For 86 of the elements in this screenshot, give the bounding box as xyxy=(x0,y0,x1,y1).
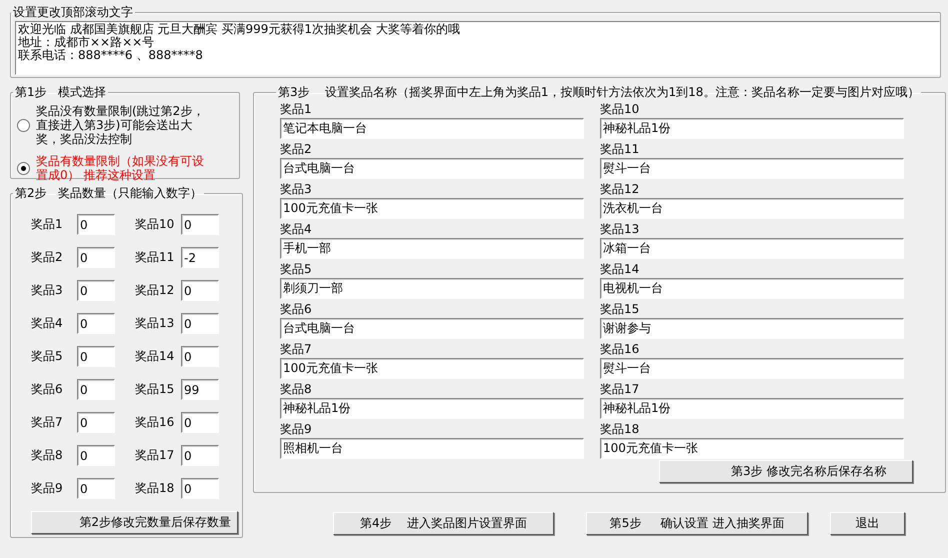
group-title: 第3步 设置奖品名称（摇奖界面中左上角为奖品1，按顺时针方法依次为1到18。注意：奖品名称一定要与图片对应哦） xyxy=(277,84,920,101)
prize-name-field[interactable]: 剃须刀一部 xyxy=(280,278,584,299)
action-button[interactable]: 退出 xyxy=(830,512,905,535)
prize-name-field[interactable]: 电视机一台 xyxy=(600,278,904,299)
prize-label: 奖品18 xyxy=(600,421,640,438)
quantity-field[interactable]: 0 xyxy=(77,346,115,367)
prize-name-field[interactable]: 100元充值卡一张 xyxy=(280,358,584,379)
prize-label: 奖品8 xyxy=(280,381,313,398)
prize-label: 奖品7 xyxy=(31,414,64,431)
prize-label: 奖品17 xyxy=(600,381,640,398)
option-label: 奖品没有数量限制(跳过第2步，直接进入第3步)可能会送出大奖，奖品没法控制 xyxy=(36,104,206,146)
prize-label: 奖品4 xyxy=(31,315,64,332)
prize-label: 奖品17 xyxy=(135,447,176,464)
prize-label: 奖品9 xyxy=(280,421,313,438)
prize-label: 奖品8 xyxy=(31,447,64,464)
prize-label: 奖品11 xyxy=(600,141,640,158)
prize-label: 奖品6 xyxy=(31,381,64,398)
prize-label: 奖品18 xyxy=(135,480,176,497)
quantity-field[interactable]: 0 xyxy=(181,445,219,466)
prize-name-field[interactable]: 神秘礼品1份 xyxy=(600,118,904,139)
quantity-field[interactable]: 0 xyxy=(181,412,219,433)
prize-label: 奖品3 xyxy=(31,282,64,299)
quantity-field[interactable]: 0 xyxy=(77,445,115,466)
prize-label: 奖品12 xyxy=(600,181,640,198)
quantity-field[interactable]: 0 xyxy=(77,379,115,400)
prize-name-field[interactable]: 照相机一台 xyxy=(280,438,584,459)
prize-label: 奖品2 xyxy=(280,141,313,158)
quantity-field[interactable]: 0 xyxy=(181,313,219,334)
prize-label: 奖品6 xyxy=(280,301,313,318)
prize-label: 奖品1 xyxy=(280,101,313,118)
quantity-field[interactable]: 0 xyxy=(77,478,115,499)
save-quantity-button[interactable]: 第2步修改完数量后保存数量 xyxy=(31,511,238,534)
prize-name-field[interactable]: 熨斗一台 xyxy=(600,358,904,379)
option-label: 奖品有数量限制（如果没有可设置成0） 推荐这种设置 xyxy=(36,154,205,182)
prize-label: 奖品15 xyxy=(135,381,176,398)
prize-label: 奖品14 xyxy=(600,261,640,278)
text-area[interactable]: 欢迎光临 成都国美旗舰店 元旦大酬宾 买满999元获得1次抽奖机会 大奖等着你的哦 地址：成都市××路××号 联系电话：888****6 、888****8 xyxy=(15,21,940,75)
quantity-field[interactable]: -2 xyxy=(181,247,219,268)
prize-name-field[interactable]: 手机一部 xyxy=(280,238,584,259)
prize-label: 奖品7 xyxy=(280,341,313,358)
prize-name-field[interactable]: 台式电脑一台 xyxy=(280,158,584,179)
prize-label: 奖品10 xyxy=(135,216,176,233)
action-button[interactable]: 第5步 确认设置 进入抽奖界面 xyxy=(586,512,808,535)
prize-label: 奖品9 xyxy=(31,480,64,497)
prize-name-field[interactable]: 神秘礼品1份 xyxy=(600,398,904,419)
prize-label: 奖品13 xyxy=(135,315,176,332)
prize-label: 奖品16 xyxy=(600,341,640,358)
quantity-field[interactable]: 0 xyxy=(181,214,219,235)
prize-label: 奖品4 xyxy=(280,221,313,238)
quantity-field[interactable]: 0 xyxy=(77,280,115,301)
prize-label: 奖品11 xyxy=(135,249,176,266)
radio-button[interactable] xyxy=(17,118,30,132)
prize-label: 奖品12 xyxy=(135,282,176,299)
save-names-button[interactable]: 第3步 修改完名称后保存名称 xyxy=(659,460,914,483)
prize-label: 奖品15 xyxy=(600,301,640,318)
prize-name-field[interactable]: 熨斗一台 xyxy=(600,158,904,179)
prize-label: 奖品16 xyxy=(135,414,176,431)
group-title: 第2步 奖品数量（只能输入数字） xyxy=(14,185,204,202)
quantity-field[interactable]: 0 xyxy=(77,214,115,235)
group-title: 第1步 模式选择 xyxy=(14,84,108,101)
action-button[interactable]: 第4步 进入奖品图片设置界面 xyxy=(333,512,554,535)
prize-label: 奖品10 xyxy=(600,101,640,118)
prize-name-field[interactable]: 洗衣机一台 xyxy=(600,198,904,219)
quantity-field[interactable]: 0 xyxy=(181,280,219,301)
prize-name-field[interactable]: 笔记本电脑一台 xyxy=(280,118,584,139)
prize-name-field[interactable]: 神秘礼品1份 xyxy=(280,398,584,419)
prize-label: 奖品5 xyxy=(31,348,64,365)
prize-label: 奖品2 xyxy=(31,249,64,266)
group-title: 设置更改顶部滚动文字 xyxy=(12,4,134,21)
prize-label: 奖品14 xyxy=(135,348,176,365)
quantity-field[interactable]: 0 xyxy=(77,412,115,433)
quantity-field[interactable]: 0 xyxy=(181,346,219,367)
prize-name-field[interactable]: 台式电脑一台 xyxy=(280,318,584,339)
radio-button[interactable] xyxy=(17,162,30,174)
quantity-field[interactable]: 0 xyxy=(181,478,219,499)
prize-name-field[interactable]: 谢谢参与 xyxy=(600,318,904,339)
quantity-field[interactable]: 0 xyxy=(77,247,115,268)
prize-label: 奖品13 xyxy=(600,221,640,238)
prize-label: 奖品3 xyxy=(280,181,313,198)
quantity-field[interactable]: 99 xyxy=(181,379,219,400)
prize-label: 奖品5 xyxy=(280,261,313,278)
prize-name-field[interactable]: 冰箱一台 xyxy=(600,238,904,259)
quantity-field[interactable]: 0 xyxy=(77,313,115,334)
prize-label: 奖品1 xyxy=(31,216,64,233)
prize-name-field[interactable]: 100元充值卡一张 xyxy=(600,438,904,459)
prize-name-field[interactable]: 100元充值卡一张 xyxy=(280,198,584,219)
